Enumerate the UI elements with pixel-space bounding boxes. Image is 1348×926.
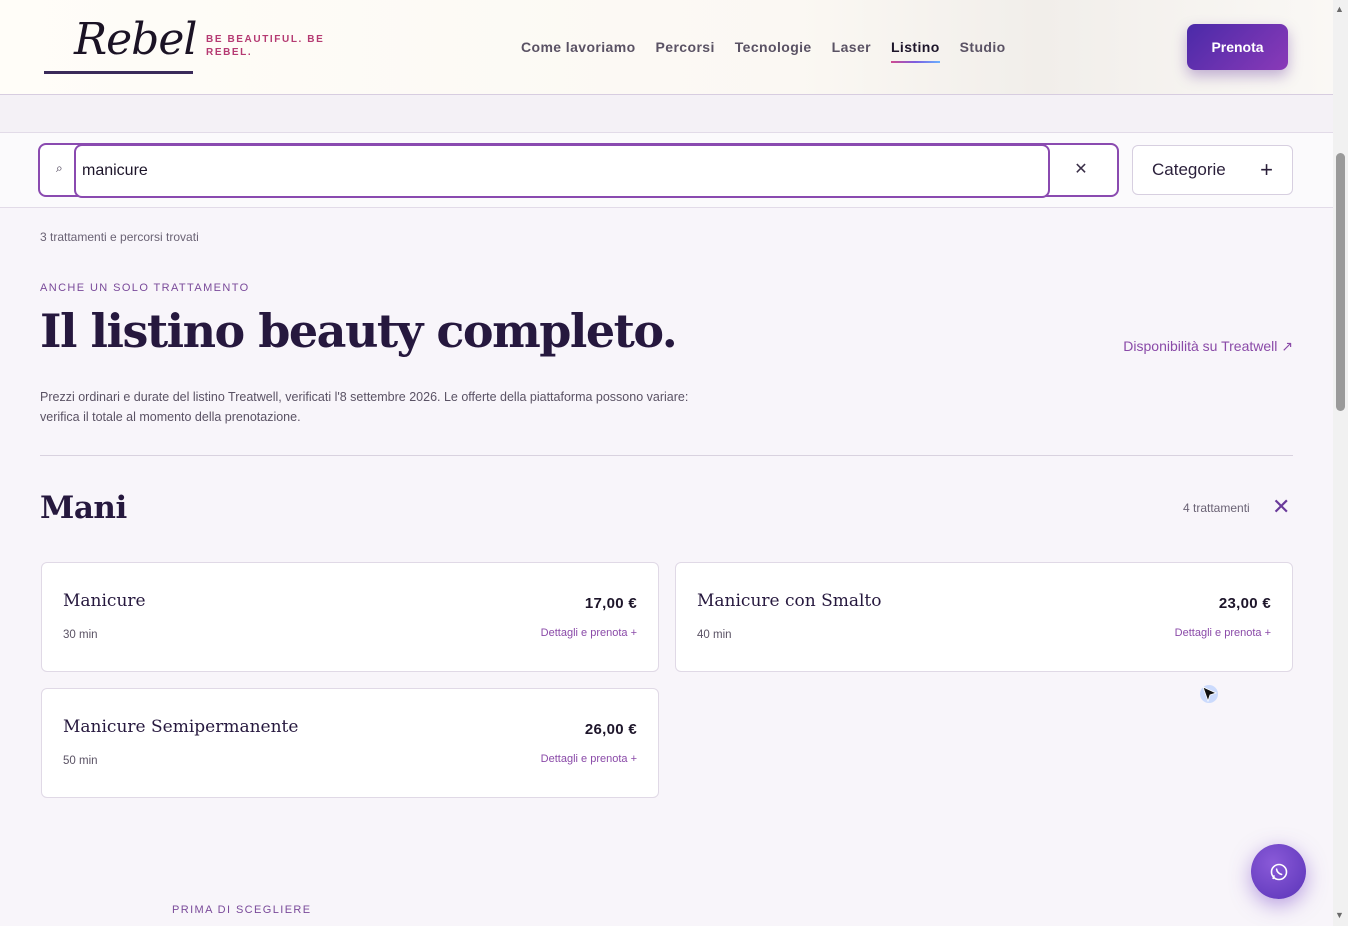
main-nav: Come lavoriamo Percorsi Tecnologie Laser… — [521, 39, 1006, 63]
chat-button[interactable] — [1251, 844, 1306, 899]
scroll-down-arrow-icon[interactable]: ▼ — [1335, 910, 1344, 920]
treatment-duration: 50 min — [63, 755, 98, 767]
treatment-card[interactable]: Manicure 30 min 17,00 € Dettagli e preno… — [41, 562, 659, 672]
search-input[interactable] — [74, 144, 1050, 198]
result-count: 3 trattamenti e percorsi trovati — [40, 230, 199, 244]
intro-eyebrow: ANCHE UN SOLO TRATTAMENTO — [40, 282, 250, 294]
close-icon[interactable]: ✕ — [1071, 159, 1091, 181]
section-eyebrow: PRIMA DI SCEGLIERE — [172, 904, 312, 916]
logo-underline — [44, 71, 193, 74]
nav-item-listino[interactable]: Listino — [890, 39, 940, 63]
whatsapp-icon — [1270, 863, 1287, 880]
nav-item-studio[interactable]: Studio — [960, 39, 1006, 55]
nav-item-tecnologie[interactable]: Tecnologie — [735, 39, 812, 55]
divider — [40, 455, 1293, 456]
mouse-cursor-icon — [1200, 685, 1218, 703]
nav-item-laser[interactable]: Laser — [832, 39, 871, 55]
header-band — [0, 95, 1333, 133]
categories-button[interactable]: Categorie + — [1132, 145, 1293, 195]
pricing-note: Prezzi ordinari e durate del listino Tre… — [40, 390, 689, 424]
details-link[interactable]: Dettagli e prenota + — [1175, 627, 1271, 639]
treatment-price: 23,00 € — [1218, 595, 1271, 612]
search-icon: ⌕ — [56, 161, 63, 175]
book-button[interactable]: Prenota — [1187, 24, 1288, 70]
search-bar: ⌕ ✕ Categorie + — [0, 133, 1333, 208]
section-title: Mani — [40, 490, 127, 526]
logo[interactable]: Rebel — [44, 14, 197, 76]
tagline: BE BEAUTIFUL. BE REBEL. — [206, 34, 325, 58]
plus-icon: + — [1260, 157, 1273, 182]
details-link[interactable]: Dettagli e prenota + — [541, 627, 637, 639]
categories-label: Categorie — [1152, 160, 1226, 179]
treatment-name: Manicure — [63, 591, 146, 611]
scrollbar[interactable] — [1333, 0, 1348, 926]
treatment-name: Manicure Semipermanente — [63, 717, 299, 737]
nav-item-percorsi[interactable]: Percorsi — [656, 39, 715, 55]
details-link[interactable]: Dettagli e prenota + — [541, 753, 637, 765]
scroll-up-arrow-icon[interactable]: ▲ — [1335, 4, 1344, 14]
treatment-price: 17,00 € — [584, 595, 637, 612]
treatment-name: Manicure con Smalto — [697, 591, 882, 611]
availability-link[interactable]: Disponibilità su Treatwell ↗ — [1123, 338, 1293, 355]
site-header: Rebel BE BEAUTIFUL. BE REBEL. Come lavor… — [0, 0, 1333, 95]
treatment-duration: 40 min — [697, 629, 732, 641]
treatment-card[interactable]: Manicure con Smalto 40 min 23,00 € Detta… — [675, 562, 1293, 672]
page-title: Il listino beauty completo. — [40, 304, 678, 358]
treatment-card[interactable]: Manicure Semipermanente 50 min 26,00 € D… — [41, 688, 659, 798]
close-icon[interactable]: ✕ — [1272, 494, 1290, 520]
logo-text: Rebel — [74, 14, 197, 65]
scroll-thumb[interactable] — [1336, 153, 1345, 411]
search-field: ⌕ ✕ — [38, 143, 1119, 198]
treatment-price: 26,00 € — [584, 721, 637, 738]
section-count: 4 trattamenti — [1183, 501, 1250, 515]
treatment-duration: 30 min — [63, 629, 98, 641]
nav-item-come-lavoriamo[interactable]: Come lavoriamo — [521, 39, 636, 55]
